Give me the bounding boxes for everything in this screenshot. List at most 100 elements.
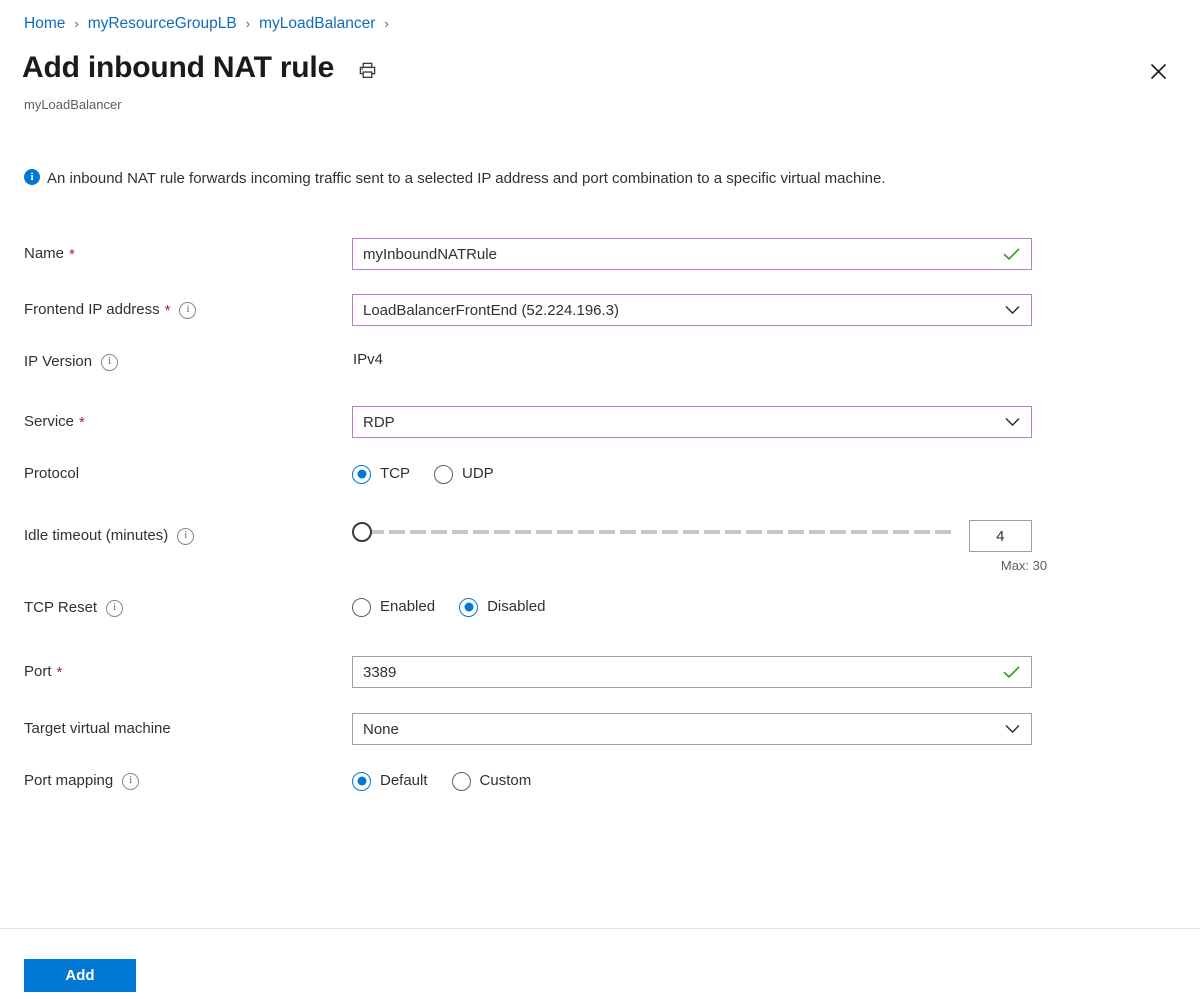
label-target-vm: Target virtual machine <box>0 713 352 745</box>
form-row-name: Name * myInboundNATRule <box>0 238 1200 294</box>
service-dropdown[interactable]: RDP <box>352 406 1032 438</box>
nat-rule-form: Name * myInboundNATRule Frontend IP addr… <box>0 238 1200 825</box>
page-title: Add inbound NAT rule <box>22 49 334 87</box>
breadcrumb-separator: › <box>74 14 78 34</box>
info-icon[interactable]: i <box>179 302 196 319</box>
port-input-value: 3389 <box>363 664 396 681</box>
label-protocol: Protocol <box>0 462 352 486</box>
ip-version-value: IPv4 <box>352 350 1032 370</box>
control-port: 3389 <box>352 656 1032 688</box>
page-subtitle: myLoadBalancer <box>24 96 122 114</box>
label-target-vm-text: Target virtual machine <box>24 719 171 739</box>
form-row-protocol: Protocol TCP UDP <box>0 462 1200 520</box>
protocol-radio-udp-label: UDP <box>462 464 494 484</box>
service-value: RDP <box>363 414 395 431</box>
info-icon[interactable]: i <box>101 354 118 371</box>
label-tcp-reset: TCP Reset i <box>0 596 352 620</box>
label-name: Name * <box>0 238 352 270</box>
control-idle-timeout: 4 Max: 30 <box>352 520 1032 552</box>
name-input-value: myInboundNATRule <box>363 246 497 263</box>
label-idle-timeout: Idle timeout (minutes) i <box>0 520 352 552</box>
form-row-tcp-reset: TCP Reset i Enabled Disabled <box>0 596 1200 656</box>
port-input[interactable]: 3389 <box>352 656 1032 688</box>
info-circle-icon <box>24 169 40 185</box>
chevron-down-icon <box>1005 306 1020 315</box>
port-mapping-radio-default-label: Default <box>380 771 428 791</box>
breadcrumb-item-home[interactable]: Home <box>24 14 65 34</box>
chevron-down-icon <box>1005 418 1020 427</box>
frontend-ip-dropdown[interactable]: LoadBalancerFrontEnd (52.224.196.3) <box>352 294 1032 326</box>
radio-mark-icon <box>352 772 371 791</box>
breadcrumb-separator: › <box>384 14 388 34</box>
label-service-text: Service <box>24 412 74 432</box>
slider-track <box>368 530 955 534</box>
control-ip-version: IPv4 <box>352 350 1032 370</box>
control-tcp-reset: Enabled Disabled <box>352 596 1032 617</box>
form-row-port: Port * 3389 <box>0 656 1200 713</box>
chevron-down-icon <box>1005 725 1020 734</box>
add-button[interactable]: Add <box>24 959 136 992</box>
footer-divider <box>0 928 1200 929</box>
idle-timeout-slider[interactable] <box>352 520 955 544</box>
checkmark-icon <box>1003 666 1020 679</box>
radio-mark-icon <box>352 465 371 484</box>
tcp-reset-radio-disabled-label: Disabled <box>487 597 545 617</box>
port-mapping-radio-custom[interactable]: Custom <box>452 771 532 791</box>
control-frontend-ip: LoadBalancerFrontEnd (52.224.196.3) <box>352 294 1032 326</box>
protocol-radio-tcp[interactable]: TCP <box>352 464 410 484</box>
tcp-reset-radio-disabled[interactable]: Disabled <box>459 597 545 617</box>
form-row-idle-timeout: Idle timeout (minutes) i 4 Max: 30 <box>0 520 1200 596</box>
breadcrumb-separator: › <box>246 14 250 34</box>
required-indicator: * <box>69 247 75 262</box>
form-row-port-mapping: Port mapping i Default Custom <box>0 769 1200 825</box>
info-icon[interactable]: i <box>106 600 123 617</box>
required-indicator: * <box>79 415 85 430</box>
label-port-text: Port <box>24 662 52 682</box>
label-ip-version: IP Version i <box>0 350 352 374</box>
control-target-vm: None <box>352 713 1032 745</box>
protocol-radio-udp[interactable]: UDP <box>434 464 494 484</box>
label-name-text: Name <box>24 244 64 264</box>
label-service: Service * <box>0 406 352 438</box>
radio-mark-icon <box>459 598 478 617</box>
printer-icon[interactable] <box>354 57 380 83</box>
info-banner-text: An inbound NAT rule forwards incoming tr… <box>47 166 886 191</box>
label-port-mapping: Port mapping i <box>0 769 352 793</box>
control-port-mapping: Default Custom <box>352 769 1032 791</box>
radio-mark-icon <box>352 598 371 617</box>
close-icon[interactable] <box>1144 57 1172 85</box>
control-protocol: TCP UDP <box>352 462 1032 484</box>
title-row: Add inbound NAT rule <box>22 49 380 87</box>
breadcrumb-item-resource-group[interactable]: myResourceGroupLB <box>88 14 237 34</box>
idle-timeout-slider-wrap: 4 <box>352 520 1032 552</box>
slider-thumb[interactable] <box>352 522 372 542</box>
checkmark-icon <box>1003 248 1020 261</box>
port-mapping-radio-default[interactable]: Default <box>352 771 428 791</box>
tcp-reset-radio-enabled[interactable]: Enabled <box>352 597 435 617</box>
frontend-ip-value: LoadBalancerFrontEnd (52.224.196.3) <box>363 302 619 319</box>
form-row-ip-version: IP Version i IPv4 <box>0 350 1200 406</box>
protocol-radio-group: TCP UDP <box>352 464 1032 484</box>
breadcrumb-item-load-balancer[interactable]: myLoadBalancer <box>259 14 375 34</box>
label-frontend-ip: Frontend IP address * i <box>0 294 352 326</box>
tcp-reset-radio-group: Enabled Disabled <box>352 597 1032 617</box>
control-service: RDP <box>352 406 1032 438</box>
target-vm-dropdown[interactable]: None <box>352 713 1032 745</box>
target-vm-value: None <box>363 721 399 738</box>
idle-timeout-input[interactable]: 4 <box>969 520 1032 552</box>
form-row-target-vm: Target virtual machine None <box>0 713 1200 769</box>
required-indicator: * <box>165 303 171 318</box>
label-ip-version-text: IP Version <box>24 352 92 372</box>
label-port: Port * <box>0 656 352 688</box>
label-idle-timeout-text: Idle timeout (minutes) <box>24 526 168 546</box>
name-input[interactable]: myInboundNATRule <box>352 238 1032 270</box>
port-mapping-radio-custom-label: Custom <box>480 771 532 791</box>
idle-timeout-max-note: Max: 30 <box>992 558 1056 573</box>
breadcrumb: Home › myResourceGroupLB › myLoadBalance… <box>24 14 398 34</box>
info-icon[interactable]: i <box>177 528 194 545</box>
protocol-radio-tcp-label: TCP <box>380 464 410 484</box>
info-banner: An inbound NAT rule forwards incoming tr… <box>24 166 1014 191</box>
info-icon[interactable]: i <box>122 773 139 790</box>
radio-mark-icon <box>452 772 471 791</box>
required-indicator: * <box>57 665 63 680</box>
